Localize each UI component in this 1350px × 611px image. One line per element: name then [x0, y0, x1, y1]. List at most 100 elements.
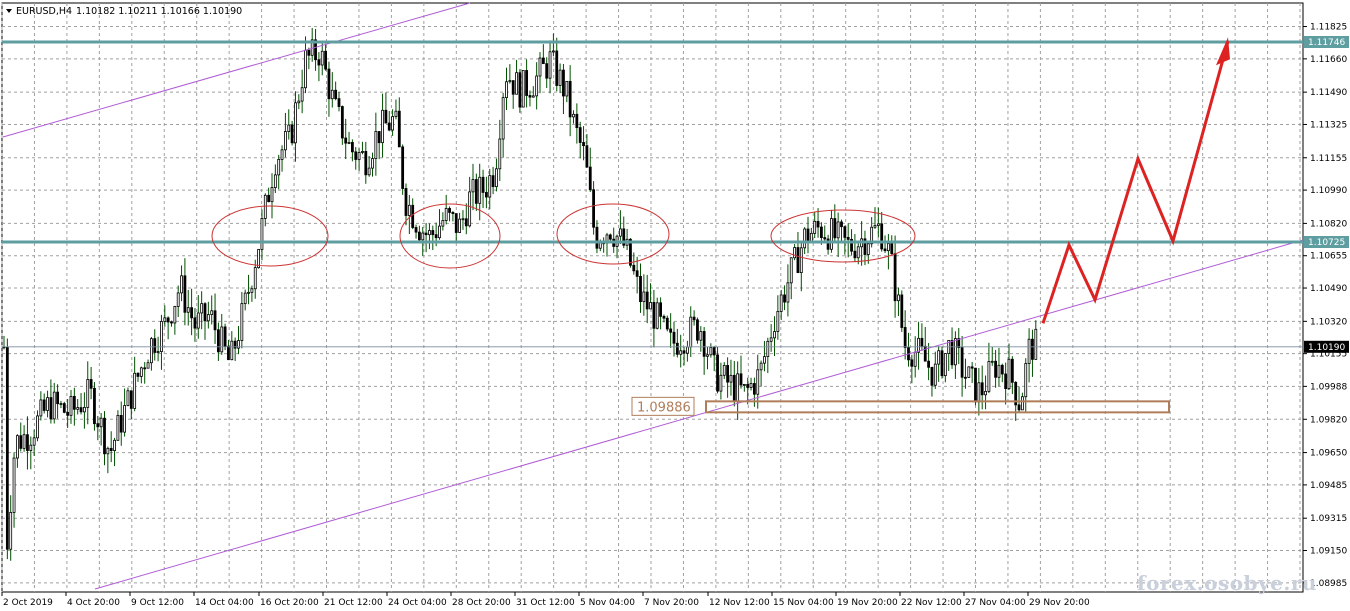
- candle-body: [943, 353, 947, 377]
- x-tick-label: 2 Oct 2019: [3, 598, 53, 608]
- candle-body: [1000, 364, 1004, 375]
- candle-body: [920, 337, 924, 347]
- y-tick-label: 1.09820: [1310, 415, 1347, 425]
- candle-body: [960, 347, 964, 378]
- candle-body: [441, 220, 445, 227]
- candle-body: [954, 338, 957, 366]
- candle-body: [106, 447, 110, 455]
- candle-body: [223, 326, 227, 347]
- candle-body: [471, 179, 475, 193]
- candle-body: [598, 242, 602, 249]
- candle-body: [686, 346, 689, 354]
- x-tick-label: 5 Nov 04:00: [580, 598, 635, 608]
- x-axis: 2 Oct 2019 4 Oct 20:00 9 Oct 12:00 14 Oct 0…: [1, 592, 1090, 608]
- candle-body: [320, 50, 324, 66]
- candle-body: [572, 113, 575, 118]
- candle-body: [417, 231, 421, 241]
- candle-body: [243, 292, 247, 305]
- candle-body: [451, 212, 455, 215]
- x-tick-label: 4 Oct 20:00: [67, 598, 120, 608]
- candle-body: [267, 194, 271, 203]
- candle-body: [876, 223, 880, 226]
- x-tick-label: 24 Oct 04:00: [388, 598, 447, 608]
- candle-body: [897, 294, 900, 302]
- candle-body: [722, 365, 726, 376]
- candle-body: [578, 127, 582, 143]
- candle-body: [354, 151, 358, 160]
- candle-body: [230, 340, 234, 361]
- candle-body: [344, 137, 348, 144]
- candle-body: [424, 232, 428, 236]
- candle-body: [880, 223, 884, 250]
- candle-body: [384, 109, 388, 124]
- candle-body: [816, 220, 820, 228]
- x-tick-label: 7 Nov 20:00: [644, 598, 699, 608]
- candle-body: [940, 350, 944, 377]
- candle-body: [709, 347, 713, 356]
- x-tick-label: 27 Nov 04:00: [965, 598, 1026, 608]
- candle-body: [304, 49, 307, 89]
- candle-body: [461, 218, 465, 221]
- candle-body: [635, 270, 639, 277]
- candle-body: [669, 328, 673, 333]
- candle-body: [183, 275, 187, 313]
- candle-body: [139, 367, 143, 377]
- candle-body: [72, 395, 76, 410]
- candle-body: [541, 57, 545, 65]
- candle-body: [538, 57, 542, 77]
- candle-body: [347, 142, 351, 144]
- candle-body: [582, 142, 585, 147]
- x-tick-label: 9 Oct 12:00: [131, 598, 184, 608]
- candle-body: [377, 131, 381, 144]
- candle-body: [481, 176, 485, 193]
- candle-body: [5, 346, 9, 550]
- candle-body: [937, 350, 941, 365]
- price-chart[interactable]: 1.11825 1.11660 1.11490 1.11325 1.11155 1.109…: [0, 0, 1350, 611]
- candle-body: [173, 306, 177, 324]
- candle-body: [990, 360, 994, 363]
- y-tick-label: 1.09650: [1310, 449, 1347, 459]
- candle-body: [1007, 358, 1011, 390]
- candle-body: [927, 360, 930, 368]
- candle-body: [260, 217, 264, 250]
- candle-body: [277, 158, 281, 176]
- candle-body: [662, 315, 666, 319]
- candle-body: [206, 314, 210, 322]
- candle-body: [964, 376, 967, 379]
- candle-body: [789, 257, 793, 284]
- candle-body: [394, 110, 398, 117]
- candle-body: [59, 403, 63, 405]
- candle-body: [123, 405, 126, 433]
- candle-body: [330, 89, 334, 100]
- candle-body: [665, 317, 669, 330]
- y-tick-label: 1.11660: [1310, 55, 1347, 65]
- candle-body: [903, 327, 907, 348]
- candle-body: [407, 204, 411, 216]
- candle-body: [193, 317, 197, 329]
- candle-body: [977, 382, 981, 403]
- candle-body: [327, 68, 331, 100]
- candle-body: [692, 316, 696, 321]
- candle-body: [739, 373, 743, 386]
- candle-body: [823, 237, 827, 240]
- current-price-label: 1.10190: [1308, 343, 1345, 353]
- candle-body: [552, 50, 555, 53]
- candle-body: [431, 230, 435, 236]
- candle-body: [324, 50, 328, 70]
- chart-header: EURUSD,H4 1.10182 1.10211 1.10166 1.10190: [6, 6, 242, 17]
- candle-body: [83, 406, 86, 413]
- candle-body: [411, 204, 415, 228]
- x-tick-label: 28 Oct 20:00: [452, 598, 511, 608]
- candle-body: [404, 188, 408, 216]
- candle-body: [866, 243, 870, 255]
- candle-body: [109, 447, 113, 451]
- y-tick-label: 1.09988: [1310, 382, 1347, 392]
- candle-body: [930, 366, 934, 386]
- candle-body: [143, 367, 147, 370]
- candle-body: [458, 218, 462, 233]
- y-tick-label: 1.10990: [1310, 186, 1347, 196]
- y-tick-label: 1.10490: [1310, 284, 1347, 294]
- candle-body: [893, 253, 897, 302]
- candle-body: [163, 317, 167, 322]
- candle-body: [679, 350, 683, 355]
